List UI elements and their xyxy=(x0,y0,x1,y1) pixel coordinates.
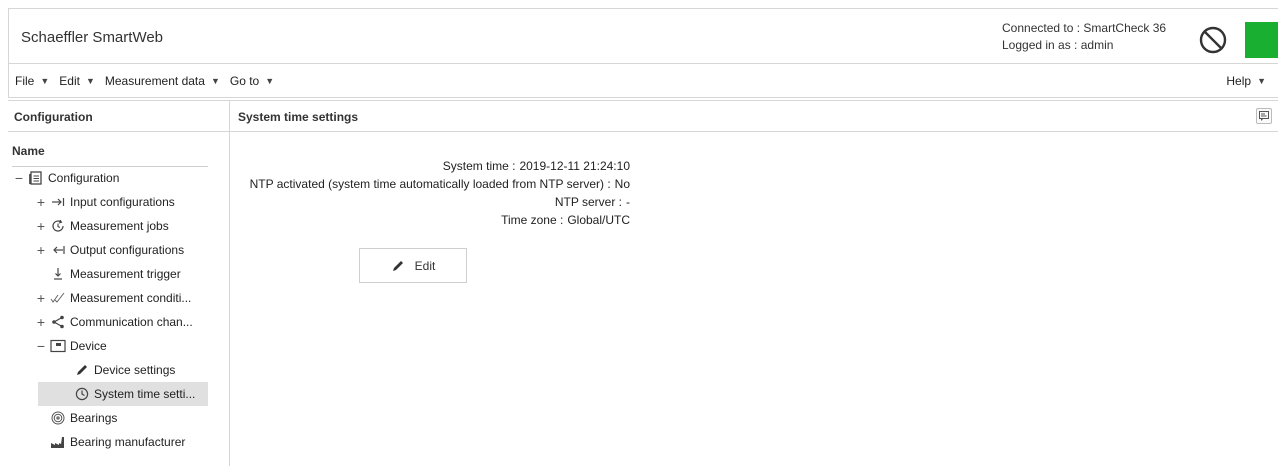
connected-label: Connected to : xyxy=(1002,21,1081,35)
tree-item-communication-channels[interactable]: + Communication chan... xyxy=(34,310,193,334)
collapse-icon[interactable]: − xyxy=(34,338,48,354)
field-label: System time : xyxy=(442,159,516,173)
time-zone-row: Time zone : Global/UTC xyxy=(230,211,630,229)
navigation-panel: Configuration Name − Configuration + Inp… xyxy=(8,100,230,466)
factory-icon xyxy=(50,434,66,450)
tree-item-bearings[interactable]: Bearings xyxy=(48,406,117,430)
ntp-server-row: NTP server : - xyxy=(230,193,630,211)
tree-item-measurement-conditions[interactable]: + Measurement conditi... xyxy=(34,286,191,310)
tree-item-device-settings[interactable]: Device settings xyxy=(72,358,175,382)
menu-measurement-data-label: Measurement data xyxy=(104,73,205,88)
tree-item-device[interactable]: − Device xyxy=(34,334,107,358)
tree-item-label: Measurement jobs xyxy=(70,219,169,233)
field-value: 2019-12-11 21:24:10 xyxy=(519,159,630,173)
field-label: NTP server : xyxy=(554,195,622,209)
logged-in-label: Logged in as : xyxy=(1002,38,1078,52)
content-panel-header: System time settings xyxy=(230,100,1278,132)
measurement-jobs-icon xyxy=(50,218,66,234)
field-value: - xyxy=(626,195,630,209)
chevron-down-icon: ▼ xyxy=(85,75,95,86)
device-icon xyxy=(50,338,66,354)
tree-item-label: Bearing manufacturer xyxy=(70,435,186,449)
system-time-row: System time : 2019-12-11 21:24:10 xyxy=(230,157,630,175)
tree-item-label: Configuration xyxy=(48,171,120,185)
navigation-panel-title: Configuration xyxy=(8,100,229,132)
field-value: No xyxy=(614,177,630,191)
trigger-icon xyxy=(50,266,66,282)
configuration-icon xyxy=(28,170,44,186)
chevron-down-icon: ▼ xyxy=(1257,76,1266,86)
tree-item-label: Measurement trigger xyxy=(70,267,181,281)
tree-item-label: Input configurations xyxy=(70,195,175,209)
menu-edit[interactable]: Edit ▼ xyxy=(55,74,101,88)
menu-file[interactable]: File ▼ xyxy=(9,74,55,88)
clock-icon xyxy=(74,386,90,402)
logged-in-value: admin xyxy=(1080,38,1114,52)
tree-item-label: Measurement conditi... xyxy=(70,291,192,305)
menu-edit-label: Edit xyxy=(59,73,80,88)
expand-icon[interactable]: + xyxy=(34,314,48,330)
expand-icon[interactable]: + xyxy=(34,218,48,234)
status-indicator xyxy=(1245,22,1278,58)
app-title: Schaeffler SmartWeb xyxy=(21,29,164,46)
menu-go-to-label: Go to xyxy=(229,73,260,88)
bearing-icon xyxy=(50,410,66,426)
connected-value: SmartCheck 36 xyxy=(1083,21,1167,35)
input-arrow-icon xyxy=(50,194,66,210)
app-header: Schaeffler SmartWeb Connected to : Smart… xyxy=(8,8,1278,64)
content-panel: System time settings System time : 2019-… xyxy=(230,100,1278,466)
tree-item-measurement-jobs[interactable]: + Measurement jobs xyxy=(34,214,169,238)
edit-button[interactable]: Edit xyxy=(359,248,467,283)
tree-item-label: Device xyxy=(70,339,107,353)
disconnect-block-icon[interactable] xyxy=(1197,24,1229,56)
menu-bar: File ▼ Edit ▼ Measurement data ▼ Go to ▼ Hel… xyxy=(8,64,1278,98)
tree-item-configuration[interactable]: − Configuration xyxy=(12,166,119,190)
expand-icon[interactable]: + xyxy=(34,194,48,210)
chevron-down-icon: ▼ xyxy=(210,75,220,86)
chevron-down-icon: ▼ xyxy=(265,75,275,86)
chevron-down-icon: ▼ xyxy=(40,75,50,86)
collapse-icon[interactable]: − xyxy=(12,170,26,186)
menu-go-to[interactable]: Go to ▼ xyxy=(226,74,280,88)
menu-file-label: File xyxy=(15,73,35,88)
settings-summary: System time : 2019-12-11 21:24:10 NTP ac… xyxy=(230,157,630,229)
menu-help-label: Help xyxy=(1226,74,1252,88)
tree-item-measurement-trigger[interactable]: Measurement trigger xyxy=(48,262,181,286)
tree-column-header: Name xyxy=(12,144,208,167)
content-panel-title: System time settings xyxy=(238,110,359,124)
expand-icon[interactable]: + xyxy=(34,242,48,258)
field-label: NTP activated (system time automatically… xyxy=(249,177,611,191)
connection-info: Connected to : SmartCheck 36 Logged in a… xyxy=(1002,20,1166,54)
share-icon xyxy=(50,314,66,330)
field-label: Time zone : xyxy=(501,213,564,227)
tree-item-system-time-settings[interactable]: System time setti... xyxy=(38,382,208,406)
tree-item-label: Device settings xyxy=(94,363,176,377)
expand-icon[interactable]: + xyxy=(34,290,48,306)
tree-item-label: System time setti... xyxy=(94,387,196,401)
field-value: Global/UTC xyxy=(567,213,630,227)
comment-icon[interactable] xyxy=(1256,108,1272,124)
tree-item-input-configurations[interactable]: + Input configurations xyxy=(34,190,175,214)
tree-item-label: Communication chan... xyxy=(70,315,193,329)
menu-help[interactable]: Help ▼ xyxy=(1222,74,1272,88)
tree-item-label: Output configurations xyxy=(70,243,185,257)
pencil-icon xyxy=(392,260,403,271)
menu-measurement-data[interactable]: Measurement data ▼ xyxy=(101,74,226,88)
check-marks-icon xyxy=(50,290,66,306)
output-arrow-icon xyxy=(50,242,66,258)
tree-item-label: Bearings xyxy=(70,411,118,425)
pencil-icon xyxy=(74,362,90,378)
tree-item-output-configurations[interactable]: + Output configurations xyxy=(34,238,184,262)
edit-button-label: Edit xyxy=(414,258,436,273)
tree-item-bearing-manufacturer[interactable]: Bearing manufacturer xyxy=(48,430,185,454)
ntp-activated-row: NTP activated (system time automatically… xyxy=(230,175,630,193)
